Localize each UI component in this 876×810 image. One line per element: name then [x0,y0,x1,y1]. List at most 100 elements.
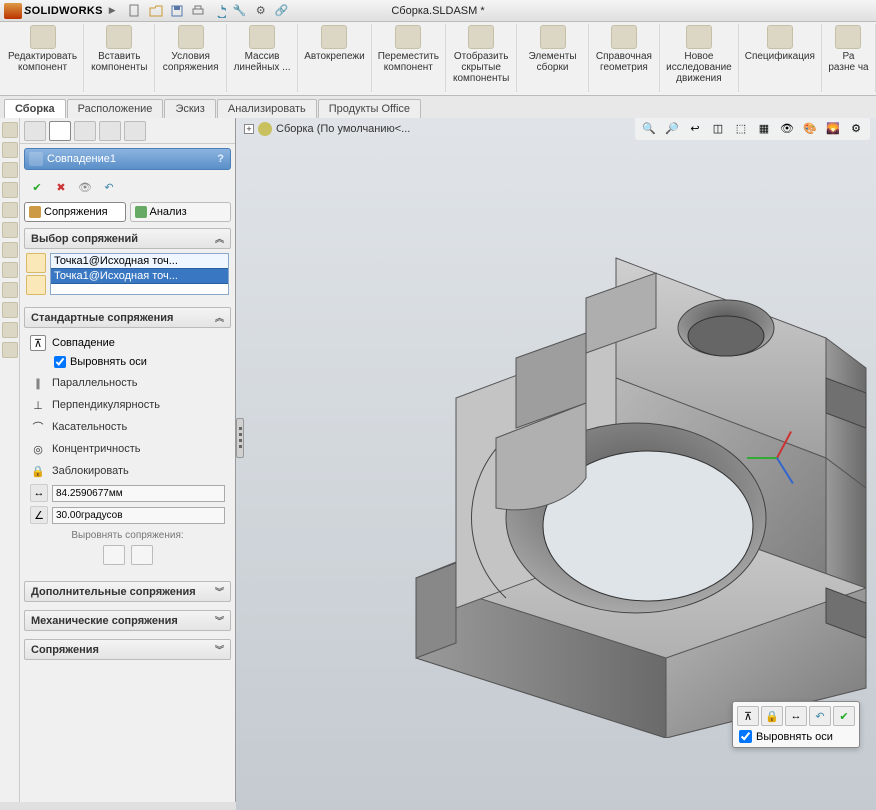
toolbar-icon[interactable] [2,262,18,278]
command-tabs: Сборка Расположение Эскиз Анализировать … [0,96,876,118]
tab-assembly[interactable]: Сборка [4,99,66,118]
ribbon-move-component[interactable]: Переместить компонент [372,24,446,92]
menu-dropdown-icon[interactable]: ▶ [109,5,116,16]
display-style-icon[interactable]: ▦ [754,118,774,138]
ribbon-smart-fasteners[interactable]: Автокрепежи [298,24,371,92]
angle-input[interactable] [52,507,225,524]
popup-coincident-icon[interactable]: ⊼ [737,706,759,726]
tab-layout[interactable]: Расположение [67,99,164,118]
feature-tree-tab-icon[interactable] [24,121,46,141]
mate-tangent[interactable]: ⌒Касательность [26,416,229,438]
appearance-icon[interactable]: 🎨 [800,118,820,138]
ribbon-motion-study[interactable]: Новое исследование движения [660,24,739,92]
preview-button[interactable]: 👁 [76,178,94,196]
popup-distance-icon[interactable]: ↔ [785,706,807,726]
toolbar-icon[interactable] [2,182,18,198]
panel-splitter[interactable] [236,418,244,458]
cancel-button[interactable]: ✖ [52,178,70,196]
scrollbar-stub[interactable] [20,802,236,810]
section-header-selection[interactable]: Выбор сопряжений︽ [24,228,231,249]
ribbon-linear-pattern[interactable]: Массив линейных ... [227,24,298,92]
popup-lock-icon[interactable]: 🔒 [761,706,783,726]
section-header-standard[interactable]: Стандартные сопряжения︽ [24,307,231,328]
selection-section: Выбор сопряжений︽ Точка1@Исходная точ...… [24,228,231,299]
selection-item[interactable]: Точка1@Исходная точ... [51,254,228,269]
toolbar-icon[interactable] [2,302,18,318]
toolbar-icon[interactable] [2,162,18,178]
open-file-icon[interactable] [147,2,165,20]
expand-icon[interactable]: + [244,124,254,134]
save-icon[interactable] [168,2,186,20]
tab-evaluate[interactable]: Анализировать [217,99,317,118]
zoom-fit-icon[interactable]: 🔍 [639,118,659,138]
undo-button[interactable]: ↶ [100,178,118,196]
scene-icon[interactable]: 🌄 [823,118,843,138]
mate-lock[interactable]: 🔒Заблокировать [26,460,229,482]
distance-input[interactable] [52,485,225,502]
print-icon[interactable] [189,2,207,20]
dimxpert-tab-icon[interactable] [99,121,121,141]
link-icon[interactable]: 🔗 [273,2,291,20]
ribbon-bom[interactable]: Спецификация [739,24,822,92]
alignment-label: Выровнять сопряжения: [26,526,229,545]
view-settings-icon[interactable]: ⚙ [846,118,866,138]
toolbar-icon[interactable] [2,342,18,358]
entity-filter-icon[interactable] [26,275,46,295]
ribbon-assembly-features[interactable]: Элементы сборки [517,24,588,92]
flyout-tree[interactable]: + Сборка (По умолчанию<... [244,122,410,136]
section-header-advanced[interactable]: Дополнительные сопряжения︾ [24,581,231,602]
section-header-mechanical[interactable]: Механические сопряжения︾ [24,610,231,631]
zoom-area-icon[interactable]: 🔎 [662,118,682,138]
toolbar-icon[interactable] [2,122,18,138]
ribbon-exploded[interactable]: Ра разне ча [822,24,876,92]
section-header-mates[interactable]: Сопряжения︾ [24,639,231,660]
property-manager-tab-icon[interactable] [49,121,71,141]
prev-view-icon[interactable]: ↩ [685,118,705,138]
mate-icon [29,152,43,166]
mate-perpendicular[interactable]: ⊥Перпендикулярность [26,394,229,416]
selection-item[interactable]: Точка1@Исходная точ... [51,269,228,284]
parallel-icon: ∥ [30,375,46,391]
hide-show-icon[interactable]: 👁 [777,118,797,138]
subtab-analysis[interactable]: Анализ [130,202,232,222]
align-axes-checkbox[interactable] [54,356,66,368]
display-tab-icon[interactable] [124,121,146,141]
toolbar-icon[interactable] [2,322,18,338]
toolbar-icon[interactable] [2,222,18,238]
align-same-button[interactable] [103,545,125,565]
config-tab-icon[interactable] [74,121,96,141]
ribbon-edit-component[interactable]: Редактировать компонент [2,24,84,92]
ribbon-show-hidden[interactable]: Отобразить скрытые компоненты [446,24,517,92]
mate-parallel[interactable]: ∥Параллельность [26,372,229,394]
toolbar-icon[interactable] [2,202,18,218]
entity-filter-icon[interactable] [26,253,46,273]
mate-concentric[interactable]: ◎Концентричность [26,438,229,460]
ribbon-reference-geometry[interactable]: Справочная геометрия [589,24,660,92]
new-file-icon[interactable] [126,2,144,20]
part-render [356,218,876,738]
tab-sketch[interactable]: Эскиз [164,99,215,118]
options-icon[interactable]: ⚙ [252,2,270,20]
toolbar-icon[interactable] [2,242,18,258]
popup-undo-icon[interactable]: ↶ [809,706,831,726]
tangent-icon: ⌒ [30,419,46,435]
mate-coincident[interactable]: ⊼Совпадение [26,332,229,354]
ribbon-insert-components[interactable]: Вставить компоненты [84,24,155,92]
subtab-mates[interactable]: Сопряжения [24,202,126,222]
toolbar-icon[interactable] [2,282,18,298]
popup-ok-icon[interactable]: ✔ [833,706,855,726]
selection-listbox[interactable]: Точка1@Исходная точ... Точка1@Исходная т… [50,253,229,295]
concentric-icon: ◎ [30,441,46,457]
align-anti-button[interactable] [131,545,153,565]
rebuild-icon[interactable]: 🔧 [231,2,249,20]
ribbon-mate[interactable]: Условия сопряжения [155,24,226,92]
ok-button[interactable]: ✔ [28,178,46,196]
graphics-viewport[interactable]: + Сборка (По умолчанию<... 🔍 🔎 ↩ ◫ ⬚ ▦ 👁… [236,118,876,810]
popup-align-checkbox[interactable] [739,730,752,743]
undo-icon[interactable] [210,2,228,20]
tab-office[interactable]: Продукты Office [318,99,421,118]
view-orient-icon[interactable]: ⬚ [731,118,751,138]
help-button[interactable]: ? [217,153,224,165]
section-view-icon[interactable]: ◫ [708,118,728,138]
toolbar-icon[interactable] [2,142,18,158]
